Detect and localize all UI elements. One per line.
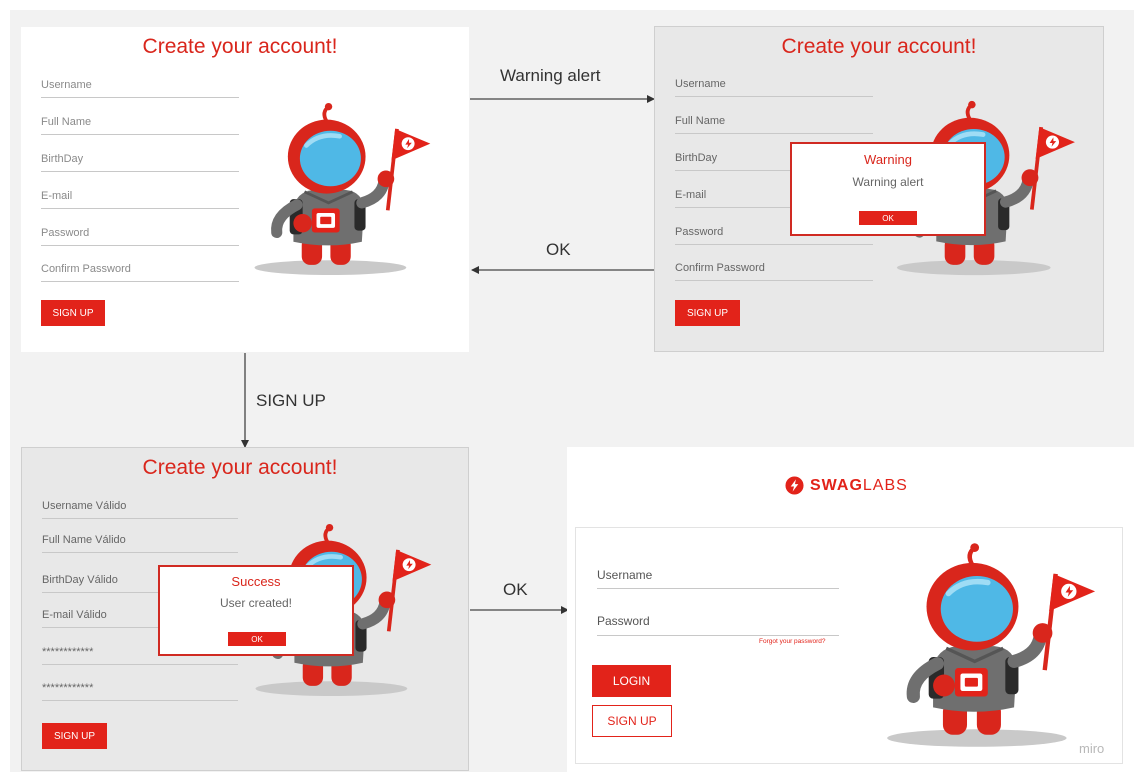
ok-button[interactable]: OK: [859, 211, 917, 225]
confirm-password-field[interactable]: Confirm Password: [41, 263, 131, 275]
login-card: Username Password Forgot your password? …: [575, 527, 1123, 764]
page-title: Create your account!: [781, 35, 977, 58]
success-modal: Success User created! OK: [158, 565, 354, 656]
signup-panel-success: Create your account! Username Válido Ful…: [21, 447, 469, 771]
field-underline: [41, 171, 239, 172]
password-input[interactable]: Password: [597, 614, 650, 628]
login-panel: SWAGLABS Username Password Forgot your p…: [567, 447, 1134, 772]
ok-button[interactable]: OK: [228, 632, 286, 646]
signup-panel-warning: Create your account! Username Full Name …: [654, 26, 1104, 352]
field-underline: [41, 245, 239, 246]
field-underline: [42, 552, 238, 553]
signup-button[interactable]: SIGN UP: [42, 723, 107, 749]
modal-message: Warning alert: [852, 175, 924, 189]
field-underline: [42, 700, 238, 701]
password-field[interactable]: ************: [42, 646, 93, 658]
birthday-field[interactable]: BirthDay: [675, 152, 717, 164]
field-underline: [41, 208, 239, 209]
robot-mascot-icon: [876, 541, 1104, 749]
connector-label-ok-login: OK: [503, 580, 528, 599]
warning-modal: Warning Warning alert OK: [790, 142, 986, 236]
modal-message: User created!: [219, 596, 293, 610]
username-input[interactable]: Username: [597, 568, 652, 582]
signup-button[interactable]: SIGN UP: [675, 300, 740, 326]
field-underline: [675, 280, 873, 281]
username-field[interactable]: Username: [41, 79, 92, 91]
login-button[interactable]: LOGIN: [592, 665, 671, 697]
brand-name-bold: SWAG: [810, 476, 863, 494]
email-field[interactable]: E-mail Válido: [42, 609, 107, 621]
password-field[interactable]: Password: [675, 226, 723, 238]
connector-label-signup: SIGN UP: [256, 391, 326, 410]
confirm-password-field[interactable]: Confirm Password: [675, 262, 765, 274]
forgot-password-link[interactable]: Forgot your password?: [759, 638, 825, 645]
field-underline: [675, 244, 873, 245]
username-field[interactable]: Username: [675, 78, 726, 90]
fullname-field[interactable]: Full Name Válido: [42, 534, 126, 546]
field-underline: [42, 518, 238, 519]
page-title: Create your account!: [142, 456, 338, 479]
signup-panel-empty: Create your account! Username Full Name …: [21, 27, 469, 352]
robot-mascot-icon: [249, 100, 434, 278]
field-underline: [41, 134, 239, 135]
field-underline: [675, 96, 873, 97]
brand-name-regular: LABS: [862, 476, 908, 494]
birthday-field[interactable]: BirthDay Válido: [42, 574, 118, 586]
signup-button[interactable]: SIGN UP: [41, 300, 105, 326]
brand-logo: SWAGLABS: [785, 476, 908, 495]
field-underline: [675, 133, 873, 134]
fullname-field[interactable]: Full Name: [675, 115, 725, 127]
confirm-password-field[interactable]: ************: [42, 682, 93, 694]
connector-label-warning: Warning alert: [500, 66, 601, 85]
password-field[interactable]: Password: [41, 227, 89, 239]
birthday-field[interactable]: BirthDay: [41, 153, 83, 165]
field-underline: [41, 281, 239, 282]
username-field[interactable]: Username Válido: [42, 500, 126, 512]
field-underline: [41, 97, 239, 98]
field-underline: [597, 588, 839, 589]
swaglabs-bolt-icon: [785, 476, 804, 495]
field-underline: [42, 664, 238, 665]
modal-title: Success: [231, 574, 281, 589]
email-field[interactable]: E-mail: [675, 189, 706, 201]
field-underline: [597, 635, 839, 636]
page-title: Create your account!: [142, 35, 338, 58]
fullname-field[interactable]: Full Name: [41, 116, 91, 128]
modal-title: Warning: [864, 152, 912, 167]
email-field[interactable]: E-mail: [41, 190, 72, 202]
signup-link-button[interactable]: SIGN UP: [592, 705, 672, 737]
connector-label-ok-back: OK: [546, 240, 571, 259]
miro-watermark: miro: [1079, 741, 1105, 756]
